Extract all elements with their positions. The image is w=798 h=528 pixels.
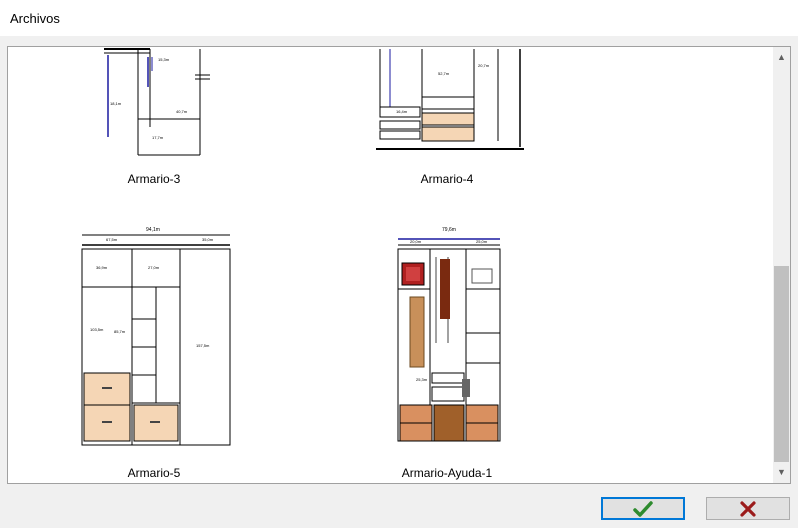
svg-text:52,7m: 52,7m [438, 71, 450, 76]
close-icon [740, 500, 756, 517]
svg-text:25,0m: 25,0m [476, 239, 488, 244]
svg-text:103,5m: 103,5m [90, 327, 104, 332]
item-label-armario-3: Armario-3 [127, 172, 181, 186]
vertical-scrollbar[interactable]: ▲ ▼ [773, 47, 790, 483]
thumbnail-armario-4[interactable]: 52,7m 20,7m 16,4m [370, 47, 530, 153]
svg-text:157,5m: 157,5m [196, 343, 210, 348]
scroll-up-icon[interactable]: ▲ [773, 49, 790, 66]
svg-text:18,1m: 18,1m [110, 101, 122, 106]
check-icon [633, 500, 653, 517]
svg-text:20,0m: 20,0m [410, 239, 422, 244]
svg-text:25,3m: 25,3m [416, 377, 428, 382]
svg-text:79,6m: 79,6m [442, 227, 456, 233]
cancel-button[interactable] [706, 497, 790, 520]
ok-button[interactable] [601, 497, 685, 520]
svg-text:85,7m: 85,7m [114, 329, 126, 334]
svg-text:35,0m: 35,0m [202, 237, 214, 242]
svg-text:27,0m: 27,0m [148, 265, 160, 270]
item-label-armario-ayuda-1: Armario-Ayuda-1 [401, 466, 493, 480]
thumbnail-armario-5[interactable]: 94,1m 67,5m 35,0m 36,9m 27,0m 103,5m 85,… [76, 223, 236, 449]
svg-text:94,1m: 94,1m [146, 227, 160, 233]
svg-text:40,7m: 40,7m [176, 109, 188, 114]
svg-text:67,5m: 67,5m [106, 237, 118, 242]
svg-text:36,9m: 36,9m [96, 265, 108, 270]
thumbnail-armario-3[interactable]: 15,3m 18,1m 40,7m 17,7m [100, 47, 220, 157]
title-bar: Archivos [0, 0, 798, 36]
svg-text:20,7m: 20,7m [478, 63, 490, 68]
thumbnail-armario-ayuda-1[interactable]: 79,6m 20,0m 25,0m 25,3m [394, 223, 504, 445]
file-thumbnail-list[interactable]: 15,3m 18,1m 40,7m 17,7m Armario-3 52,7m … [7, 46, 791, 484]
item-label-armario-4: Armario-4 [420, 172, 474, 186]
scrollbar-thumb[interactable] [774, 266, 789, 462]
scroll-down-icon[interactable]: ▼ [773, 464, 790, 481]
window-title: Archivos [10, 11, 60, 26]
svg-text:15,3m: 15,3m [158, 57, 170, 62]
item-label-armario-5: Armario-5 [127, 466, 181, 480]
svg-text:17,7m: 17,7m [152, 135, 164, 140]
svg-text:16,4m: 16,4m [396, 109, 408, 114]
